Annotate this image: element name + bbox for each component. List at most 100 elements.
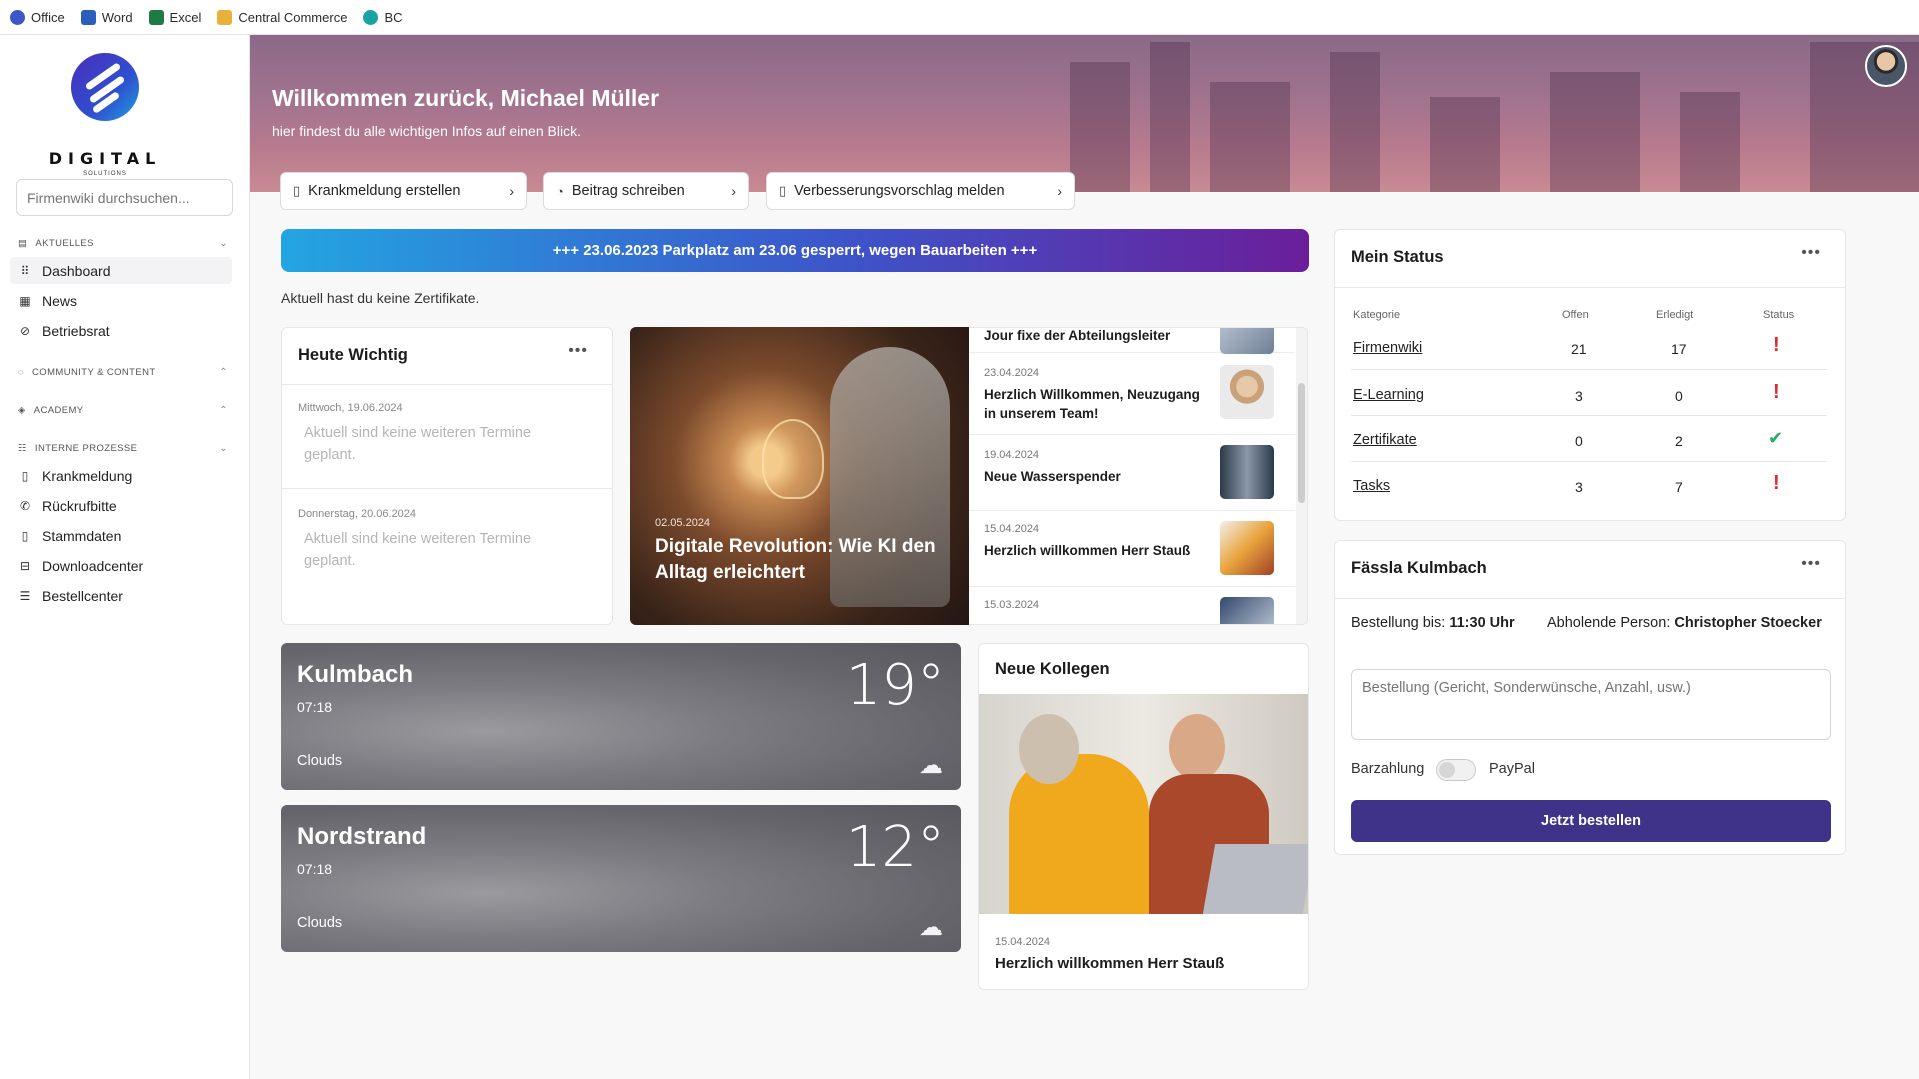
order-submit-button[interactable]: Jetzt bestellen <box>1351 800 1831 842</box>
list-item[interactable]: 23.04.2024 Herzlich Willkommen, Neuzugan… <box>969 353 1295 435</box>
section-academy[interactable]: ◈ ACADEMY ⌃ <box>18 405 228 416</box>
status-link-firmenwiki[interactable]: Firmenwiki <box>1353 340 1422 356</box>
section-label: COMMUNITY & CONTENT <box>32 367 156 378</box>
section-interne-prozesse[interactable]: ☷ INTERNE PROZESSE ⌄ <box>18 443 228 454</box>
news-title: Herzlich Willkommen, Neuzugang in unsere… <box>984 387 1200 421</box>
bookmark-bc[interactable]: BC <box>363 9 403 25</box>
more-icon[interactable]: ••• <box>1801 555 1821 573</box>
process-icon: ☷ <box>18 443 27 454</box>
news-thumbnail <box>1220 597 1274 624</box>
payment-label-cash: Barzahlung <box>1351 761 1425 777</box>
status-link-tasks[interactable]: Tasks <box>1353 478 1390 494</box>
list-item[interactable]: Jour fixe der Abteilungsleiter <box>969 328 1295 354</box>
weather-condition: Clouds <box>297 915 343 931</box>
weather-card-nordstrand: Nordstrand 07:18 Clouds 12° ☁ <box>281 805 961 952</box>
chevron-right-icon: › <box>509 183 514 199</box>
neue-kollegen-card[interactable]: Neue Kollegen 15.04.2024 Herzlich willko… <box>978 643 1309 990</box>
grid-icon: ⠿ <box>20 263 30 278</box>
section-community-content[interactable]: ◌ COMMUNITY & CONTENT ⌃ <box>18 367 228 378</box>
event-date: Mittwoch, 19.06.2024 <box>298 402 403 414</box>
featured-news[interactable]: 02.05.2024 Digitale Revolution: Wie KI d… <box>630 327 969 625</box>
chevron-right-icon: › <box>1057 183 1062 199</box>
status-link-e-learning[interactable]: E-Learning <box>1353 387 1424 403</box>
sidebar-item-label: Rückrufbitte <box>42 497 117 514</box>
document-icon: ▯ <box>21 468 29 483</box>
status-open: 21 <box>1571 341 1587 357</box>
payment-toggle[interactable] <box>1436 759 1476 781</box>
sidebar-item-betriebsrat[interactable]: ⊘ Betriebsrat <box>10 317 232 344</box>
compass-icon: ⊘ <box>19 323 31 338</box>
sidebar-item-downloadcenter[interactable]: ⊟ Downloadcenter <box>10 552 232 579</box>
verbesserungsvorschlag-button[interactable]: ▯ Verbesserungsvorschlag melden › <box>766 172 1075 210</box>
section-aktuelles[interactable]: ▤ AKTUELLES ⌄ <box>18 238 228 249</box>
list-item[interactable]: 19.04.2024 Neue Wasserspender <box>969 435 1295 511</box>
user-avatar[interactable] <box>1865 45 1907 87</box>
excel-icon <box>148 9 164 25</box>
sidebar-item-news[interactable]: ▦ News <box>10 287 232 314</box>
weather-temperature: 12° <box>845 815 945 880</box>
news-list: Jour fixe der Abteilungsleiter 23.04.202… <box>969 327 1308 625</box>
sidebar-item-krankmeldung[interactable]: ▯ Krankmeldung <box>10 462 232 489</box>
hero-banner: Willkommen zurück, Michael Müller hier f… <box>250 35 1919 192</box>
bookmark-label: Central Commerce <box>238 9 348 25</box>
sidebar-item-label: Betriebsrat <box>42 322 110 339</box>
news-thumbnail <box>1220 521 1274 575</box>
news-scrollbar[interactable] <box>1296 328 1307 624</box>
list-item[interactable]: 15.03.2024 <box>969 587 1295 624</box>
heute-wichtig-card: Heute Wichtig ••• Mittwoch, 19.06.2024 A… <box>281 327 613 625</box>
phone-icon: ✆ <box>19 498 31 513</box>
sidebar-item-label: Bestellcenter <box>42 587 123 604</box>
company-logo[interactable]: DIGITAL SOLUTIONS <box>44 53 166 177</box>
sidebar-item-label: News <box>42 292 78 309</box>
bookmark-word[interactable]: Word <box>80 9 133 25</box>
column-header: Erledigt <box>1656 309 1694 321</box>
announcement-ticker[interactable]: +++ 23.06.2023 Parkplatz am 23.06 gesper… <box>281 229 1309 272</box>
sidebar-item-dashboard[interactable]: ⠿ Dashboard <box>10 257 232 284</box>
krankmeldung-erstellen-button[interactable]: ▯ Krankmeldung erstellen › <box>280 172 527 210</box>
bookmark-label: BC <box>384 9 403 25</box>
news-thumbnail <box>1220 365 1274 419</box>
beitrag-schreiben-button[interactable]: ◔ Beitrag schreiben › <box>543 172 749 210</box>
chat-icon: ◌ <box>18 367 25 378</box>
sidebar-item-bestellcenter[interactable]: ☰ Bestellcenter <box>10 582 232 609</box>
colleague-photo <box>979 694 1308 914</box>
pickup-label: Abholende Person: <box>1547 615 1671 631</box>
section-label: ACADEMY <box>33 405 84 416</box>
bookmark-central-commerce[interactable]: Central Commerce <box>217 9 348 25</box>
bookmark-office[interactable]: Office <box>10 9 65 25</box>
status-link-zertifikate[interactable]: Zertifikate <box>1353 432 1417 448</box>
button-label: Verbesserungsvorschlag melden <box>794 183 1005 199</box>
weather-card-kulmbach: Kulmbach 07:18 Clouds 19° ☁ <box>281 643 961 790</box>
news-date: 15.03.2024 <box>984 599 1040 611</box>
news-title: Digitale Revolution: Wie KI den Alltag e… <box>655 536 936 583</box>
sidebar-item-label: Downloadcenter <box>42 557 144 574</box>
column-header: Status <box>1763 309 1795 321</box>
check-icon: ✔ <box>1768 428 1784 448</box>
column-header: Kategorie <box>1353 309 1401 321</box>
weather-time: 07:18 <box>297 861 333 877</box>
more-icon[interactable]: ••• <box>568 342 588 360</box>
news-title: Herzlich willkommen Herr Stauß <box>984 543 1191 558</box>
weather-condition: Clouds <box>297 753 343 769</box>
news-title: Jour fixe der Abteilungsleiter <box>984 328 1171 343</box>
order-deadline: Bestellung bis: 11:30 Uhr <box>1351 615 1515 631</box>
word-icon <box>80 9 96 25</box>
order-textarea[interactable] <box>1351 669 1831 740</box>
column-header: Offen <box>1562 309 1589 321</box>
sidebar-item-rueckrufbitte[interactable]: ✆ Rückrufbitte <box>10 492 232 519</box>
news-date: 02.05.2024 <box>655 517 711 529</box>
sidebar-item-stammdaten[interactable]: ▯ Stammdaten <box>10 522 232 549</box>
bookmark-excel[interactable]: Excel <box>148 9 201 25</box>
wiki-search-input[interactable] <box>16 179 233 216</box>
news-thumbnail <box>1220 328 1274 354</box>
order-card: Fässla Kulmbach ••• Bestellung bis: 11:3… <box>1334 540 1846 855</box>
document-icon: ▯ <box>21 528 29 543</box>
chevron-up-icon: ⌃ <box>219 367 228 378</box>
section-label: AKTUELLES <box>35 238 94 249</box>
logo-subtext: SOLUTIONS <box>83 171 127 177</box>
list-item[interactable]: 15.04.2024 Herzlich willkommen Herr Stau… <box>969 511 1295 587</box>
card-title: Fässla Kulmbach <box>1351 559 1487 577</box>
more-icon[interactable]: ••• <box>1801 244 1821 262</box>
chevron-up-icon: ⌃ <box>219 405 228 416</box>
event-text: Aktuell sind keine weiteren Termine gepl… <box>304 531 532 569</box>
